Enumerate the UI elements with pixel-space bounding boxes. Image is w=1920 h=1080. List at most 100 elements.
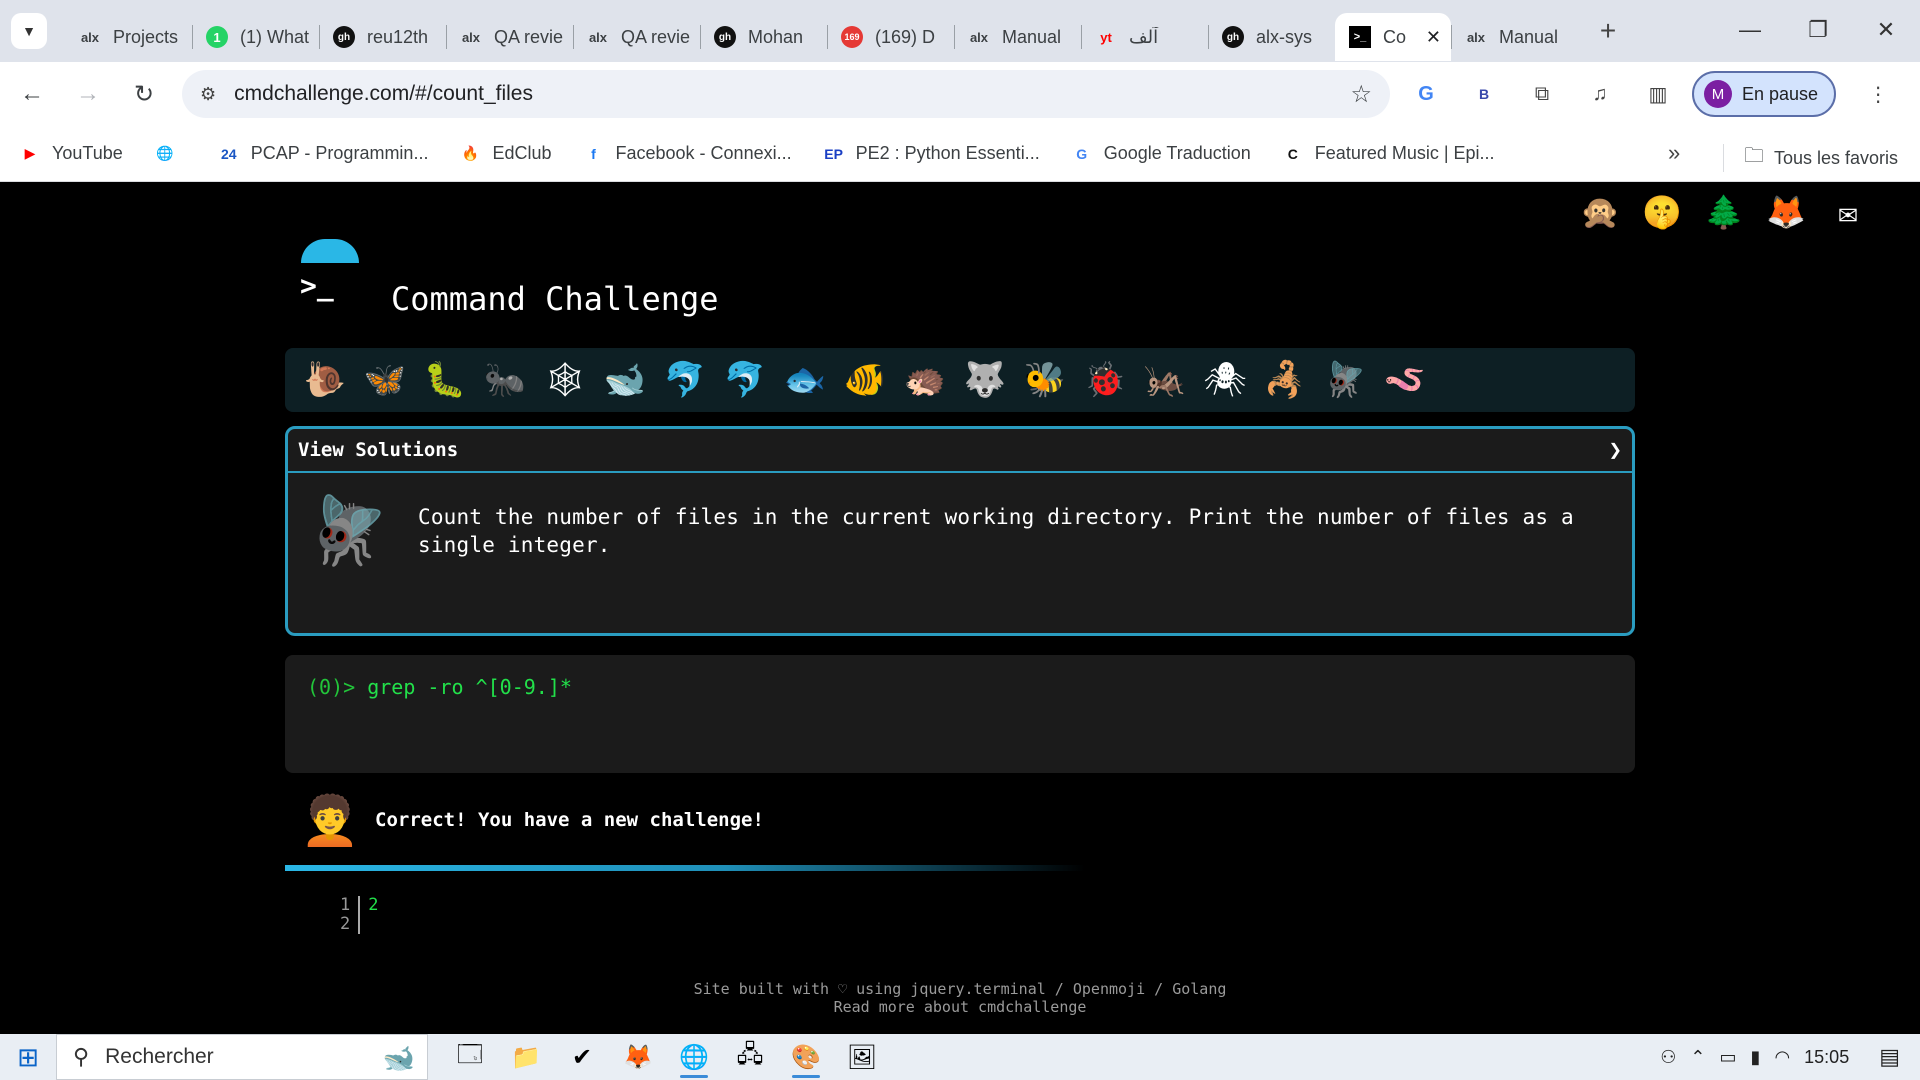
- bookmarks-overflow-button[interactable]: »: [1668, 140, 1680, 166]
- bookmark-item[interactable]: 🔥 EdClub: [458, 142, 552, 166]
- level-icon[interactable]: 🦋: [355, 353, 415, 407]
- browser-tab[interactable]: alx QA review: [446, 13, 573, 61]
- level-icon[interactable]: 🐬: [715, 353, 775, 407]
- chrome-icon[interactable]: 🌐: [666, 1034, 722, 1080]
- level-icon[interactable]: 🪰: [1315, 353, 1375, 407]
- monkey-icon[interactable]: 🙊: [1578, 190, 1622, 234]
- windows-start-button[interactable]: ⊞: [0, 1034, 56, 1080]
- extensions-puzzle-icon[interactable]: ⧉: [1520, 72, 1564, 116]
- reload-button[interactable]: ↻: [120, 70, 168, 118]
- level-icon[interactable]: 🦔: [895, 353, 955, 407]
- todo-icon[interactable]: ✔: [554, 1034, 610, 1080]
- all-bookmarks-button[interactable]: 🗀 Tous les favoris: [1723, 141, 1898, 175]
- close-window-button[interactable]: ✕: [1852, 0, 1920, 60]
- battery-icon[interactable]: ▮: [1751, 1047, 1761, 1068]
- fly-icon: 🪰: [306, 492, 390, 569]
- translate-extension-icon[interactable]: G: [1404, 72, 1448, 116]
- level-icon[interactable]: 🐋: [595, 353, 655, 407]
- level-icon[interactable]: 🐜: [475, 353, 535, 407]
- forward-button[interactable]: →: [64, 70, 112, 118]
- bookmark-item[interactable]: 🌐: [153, 142, 187, 166]
- profile-button[interactable]: M En pause: [1692, 71, 1837, 117]
- browser-tab[interactable]: gh Mohan: [700, 13, 827, 61]
- mail-icon[interactable]: ✉: [1826, 190, 1870, 234]
- tab-favicon-icon: 1: [206, 26, 228, 48]
- tab-favicon-icon: gh: [333, 26, 355, 48]
- tab-title: Manual: [1002, 26, 1062, 47]
- browser-tab[interactable]: yt آلف: [1081, 13, 1208, 61]
- media-control-icon[interactable]: ♫: [1578, 72, 1622, 116]
- level-icon[interactable]: 🐟: [775, 353, 835, 407]
- extension-b-icon[interactable]: B: [1462, 72, 1506, 116]
- shush-face-icon[interactable]: 🤫: [1640, 190, 1684, 234]
- bookmark-item[interactable]: 24 PCAP - Programmin...: [217, 142, 429, 166]
- task-view-icon[interactable]: 🗔: [442, 1034, 498, 1080]
- bookmark-item[interactable]: f Facebook - Connexi...: [582, 142, 791, 166]
- browser-tab[interactable]: alx Manual: [1451, 13, 1578, 61]
- browser-tab[interactable]: 1 (1) WhatsApp: [192, 13, 319, 61]
- browser-tab[interactable]: 169 (169) D: [827, 13, 954, 61]
- browser-tab[interactable]: alx Manual: [954, 13, 1081, 61]
- back-button[interactable]: ←: [8, 70, 56, 118]
- view-solutions-label: View Solutions: [298, 439, 459, 461]
- clock[interactable]: 15:05: [1804, 1047, 1849, 1068]
- level-icon[interactable]: 🦗: [1135, 353, 1195, 407]
- bookmark-star-icon[interactable]: ☆: [1350, 80, 1372, 109]
- gitlab-icon[interactable]: 🦊: [1764, 190, 1808, 234]
- notification-icon[interactable]: ▤: [1879, 1044, 1900, 1070]
- browser-tab[interactable]: >_ Co ✕: [1335, 13, 1451, 61]
- bookmark-item[interactable]: EP PE2 : Python Essenti...: [822, 142, 1039, 166]
- view-solutions-toggle[interactable]: View Solutions ❯: [288, 429, 1632, 473]
- footer-read-more-link[interactable]: Read more about cmdchallenge: [0, 998, 1920, 1016]
- bookmark-item[interactable]: C Featured Music | Epi...: [1281, 142, 1495, 166]
- level-icon[interactable]: 🐌: [295, 353, 355, 407]
- bookmark-icon: G: [1076, 145, 1088, 162]
- level-icon[interactable]: 🐺: [955, 353, 1015, 407]
- taskbar-search[interactable]: ⚲ Rechercher 🐋: [56, 1034, 428, 1080]
- network-app-icon[interactable]: 🖧: [722, 1034, 778, 1080]
- terminal-command[interactable]: grep -ro ^[0-9.]*: [367, 675, 572, 699]
- bookmark-icon: C: [1287, 145, 1298, 162]
- meet-icon[interactable]: ▭: [1720, 1047, 1737, 1068]
- bookmark-item[interactable]: G Google Traduction: [1070, 142, 1251, 166]
- level-icon[interactable]: 🕸: [535, 353, 595, 407]
- url-text[interactable]: cmdchallenge.com/#/count_files: [234, 82, 1350, 106]
- level-icon[interactable]: 🕷: [1195, 353, 1255, 407]
- restore-button[interactable]: ❐: [1784, 0, 1852, 60]
- site-info-icon[interactable]: ⚙: [200, 84, 216, 105]
- tab-favicon-icon: 169: [841, 26, 863, 48]
- firefox-icon[interactable]: 🦊: [610, 1034, 666, 1080]
- level-icon[interactable]: 🐬: [655, 353, 715, 407]
- tab-favicon-icon: gh: [1222, 26, 1244, 48]
- tab-search-button[interactable]: ▼: [11, 13, 47, 49]
- address-bar[interactable]: ⚙ cmdchallenge.com/#/count_files ☆: [182, 70, 1390, 118]
- level-icon[interactable]: 🐠: [835, 353, 895, 407]
- level-icon[interactable]: 🐛: [415, 353, 475, 407]
- side-panel-icon[interactable]: ▥: [1636, 72, 1680, 116]
- photos-icon[interactable]: 🖼: [834, 1034, 890, 1080]
- paint-icon[interactable]: 🎨: [778, 1034, 834, 1080]
- new-tab-button[interactable]: +: [1590, 15, 1626, 47]
- wifi-icon[interactable]: ◠: [1774, 1047, 1790, 1068]
- level-icon[interactable]: 🪱: [1375, 353, 1435, 407]
- bookmark-label: Featured Music | Epi...: [1314, 143, 1495, 163]
- footer-credits: Site built with ♡ using jquery.terminal …: [693, 980, 1227, 998]
- people-icon[interactable]: ⚇: [1660, 1047, 1676, 1068]
- level-icon[interactable]: 🐝: [1015, 353, 1075, 407]
- level-icon[interactable]: 🐞: [1075, 353, 1135, 407]
- chevron-up-icon[interactable]: ⌃: [1690, 1047, 1705, 1068]
- top-icon-bar: 🙊 🤫 🌲 🦊 ✉: [1578, 190, 1870, 234]
- menu-kebab-icon[interactable]: ⋮: [1856, 72, 1900, 116]
- browser-tab[interactable]: gh reu12th: [319, 13, 446, 61]
- terminal-input[interactable]: (0)> grep -ro ^[0-9.]*: [285, 655, 1635, 773]
- browser-tab[interactable]: alx Projects: [65, 13, 192, 61]
- close-tab-icon[interactable]: ✕: [1426, 27, 1441, 48]
- browser-tab[interactable]: gh alx-sys: [1208, 13, 1335, 61]
- tab-favicon-icon: yt: [1100, 29, 1112, 45]
- bookmark-item[interactable]: ▶ YouTube: [18, 142, 123, 166]
- minimize-button[interactable]: —: [1716, 0, 1784, 60]
- browser-tab[interactable]: alx QA review: [573, 13, 700, 61]
- level-icon[interactable]: 🦂: [1255, 353, 1315, 407]
- file-explorer-icon[interactable]: 📁: [498, 1034, 554, 1080]
- tree-icon[interactable]: 🌲: [1702, 190, 1746, 234]
